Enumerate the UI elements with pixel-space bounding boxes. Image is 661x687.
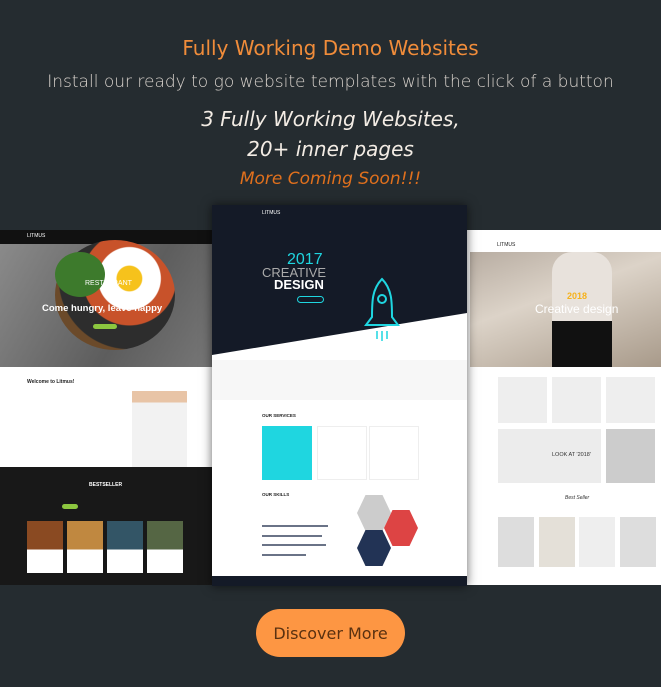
hero-year: 2018 — [567, 291, 588, 301]
service-card[interactable] — [369, 426, 419, 480]
hero-section — [212, 205, 467, 355]
best-seller-heading: Best Seller — [565, 495, 590, 501]
spinach-image — [55, 252, 105, 297]
skills-heading: OUR SKILLS — [262, 492, 290, 497]
logo: LITMUS — [497, 242, 516, 248]
product-card[interactable] — [27, 521, 63, 573]
product-tile[interactable] — [498, 377, 547, 423]
hero-line-2: DESIGN — [274, 277, 324, 292]
hero-tag: RESTAURANT — [85, 280, 132, 287]
product-card[interactable] — [147, 521, 183, 573]
hero-title: Come hungry, leave happy — [42, 303, 163, 314]
skill-bar — [262, 544, 326, 546]
hero-button[interactable] — [297, 296, 324, 303]
discover-more-button[interactable]: Discover More — [256, 609, 405, 657]
banner-title: LOOK AT '2018' — [552, 452, 591, 458]
logo: LITMUS — [262, 210, 281, 216]
service-card[interactable] — [317, 426, 367, 480]
tab-active[interactable] — [62, 504, 78, 509]
restaurant-demo-preview[interactable]: LITMUS RESTAURANT Come hungry, leave hap… — [0, 230, 212, 585]
product-tile[interactable] — [606, 377, 655, 423]
highlight-line-1: 3 Fully Working Websites, — [201, 107, 460, 131]
product-card[interactable] — [579, 517, 615, 567]
promo-banner[interactable] — [606, 429, 655, 483]
product-card[interactable] — [620, 517, 656, 567]
highlight-line-2: 20+ inner pages — [247, 137, 414, 161]
services-heading: OUR SERVICES — [262, 413, 296, 418]
creative-demo-preview[interactable]: LITMUS 2017 CREATIVE DESIGN OUR SERVICES… — [212, 205, 467, 586]
page-subtitle: Install our ready to go website template… — [47, 72, 614, 92]
footer-strip — [212, 576, 467, 586]
welcome-heading: Welcome to Litmus! — [27, 379, 75, 385]
highlight-text: 3 Fully Working Websites, 20+ inner pages — [0, 104, 661, 164]
chef-image — [132, 372, 187, 467]
product-card[interactable] — [498, 517, 534, 567]
page-title: Fully Working Demo Websites — [182, 36, 479, 60]
product-tile[interactable] — [552, 377, 601, 423]
product-card[interactable] — [539, 517, 575, 567]
coming-soon-text: More Coming Soon!!! — [239, 169, 422, 189]
hero-title: Creative design — [535, 302, 619, 316]
hero-button[interactable] — [93, 324, 117, 329]
hexagon-image — [357, 530, 391, 566]
product-card[interactable] — [67, 521, 103, 573]
product-card[interactable] — [107, 521, 143, 573]
rocket-icon — [364, 277, 400, 341]
skill-bar — [262, 554, 306, 556]
skill-bar — [262, 525, 328, 527]
bestseller-heading: BESTSELLER — [89, 482, 123, 488]
fashion-demo-preview[interactable]: LITMUS 2018 Creative design LOOK AT '201… — [467, 230, 661, 585]
skill-bar — [262, 535, 322, 537]
features-row — [212, 360, 467, 400]
logo: LITMUS — [27, 233, 46, 239]
service-card-active[interactable] — [262, 426, 312, 480]
